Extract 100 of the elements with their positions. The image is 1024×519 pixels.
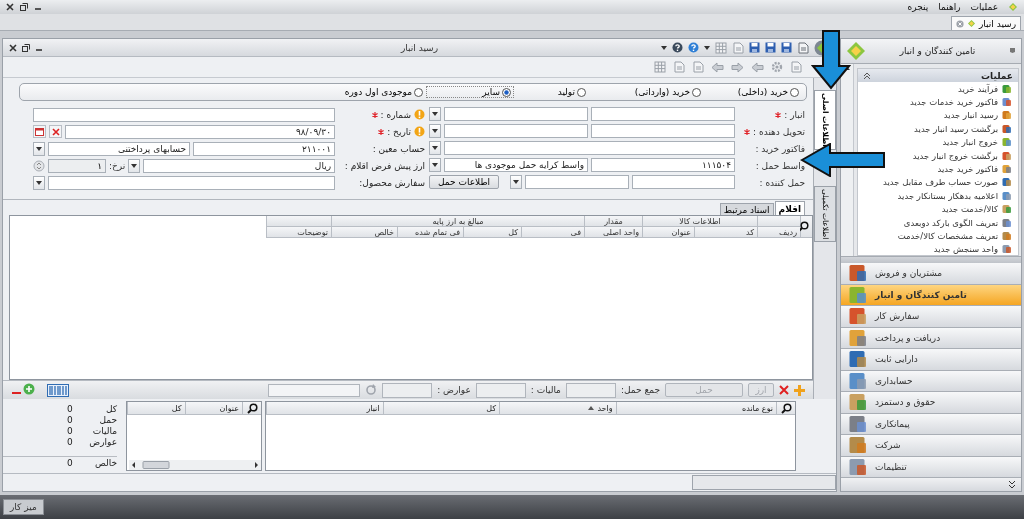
save-icon[interactable] [781, 42, 792, 53]
action-link[interactable]: اعلامیه بدهکار بستانکار جدید [897, 189, 1018, 203]
text-field[interactable] [591, 124, 735, 138]
section-header[interactable]: عملیات [858, 69, 1018, 82]
column-header[interactable]: واحد [499, 402, 616, 414]
close-icon[interactable] [6, 3, 14, 11]
dropdown-button[interactable] [429, 158, 441, 172]
arrow-icon[interactable] [751, 61, 764, 73]
module-button[interactable]: دریافت و پرداخت [841, 327, 1021, 349]
text-field[interactable]: ریال [143, 158, 335, 173]
taskbar-button[interactable]: میز کار [3, 499, 44, 515]
radio-option[interactable]: خرید (وارداتی) [589, 86, 704, 98]
action-link[interactable]: فاکتور خرید جدید [937, 162, 1018, 176]
gear-icon[interactable] [771, 61, 783, 73]
text-field[interactable] [444, 124, 588, 138]
amount-field[interactable] [475, 382, 526, 398]
refresh-icon[interactable] [365, 384, 378, 396]
module-button[interactable]: دارایی ثابت [841, 349, 1021, 371]
down-arrow-drawing [811, 30, 851, 90]
action-link[interactable]: تعریف الگوی بارکد دوبعدی [903, 215, 1018, 230]
text-field[interactable]: ۲۱۱۰۰۱ [193, 141, 335, 156]
text-field[interactable] [525, 175, 629, 189]
help-icon[interactable] [688, 42, 699, 53]
grid-icon[interactable] [715, 41, 727, 54]
new-document-icon[interactable] [797, 41, 809, 54]
rate-field[interactable]: ۱ [48, 158, 106, 173]
tab[interactable]: اقلام [774, 201, 805, 215]
column-header[interactable]: انبار [266, 402, 383, 414]
document-tab[interactable]: رسید انبار [951, 16, 1021, 30]
module-button[interactable]: مشتریان و فروش [841, 263, 1021, 285]
menu-item[interactable]: عملیات [970, 2, 998, 12]
module-button[interactable]: حقوق و دستمزد [841, 392, 1021, 414]
dropdown-button[interactable] [510, 175, 523, 189]
amount-field[interactable] [565, 382, 616, 398]
module-button[interactable]: حسابداری [841, 370, 1021, 392]
radio-option[interactable]: موجودی اول دوره [326, 86, 426, 98]
module-button[interactable]: تامین کنندگان و انبار [841, 284, 1021, 306]
arrow-icon[interactable] [711, 61, 724, 73]
close-icon[interactable] [9, 43, 17, 52]
text-field[interactable] [268, 383, 361, 397]
text-field[interactable]: ۹۸/۰۹/۳۰ [65, 124, 335, 139]
shipping-info-button[interactable]: اطلاعات حمل [429, 175, 500, 189]
pin-icon[interactable] [1009, 46, 1016, 56]
module-button[interactable]: شرکت [841, 435, 1021, 457]
dropdown-button[interactable] [429, 107, 441, 121]
dropdown-button[interactable] [128, 158, 141, 173]
chevron-icon[interactable] [1008, 479, 1016, 490]
action-link[interactable]: صورت حساب طرف مقابل جدید [883, 175, 1018, 190]
page-icon[interactable] [790, 61, 802, 73]
text-field[interactable] [33, 107, 335, 122]
text-field[interactable]: واسط کرایه حمل موجودی ها [444, 158, 588, 172]
search-icon[interactable] [247, 402, 258, 414]
radio-option[interactable]: سایر [426, 86, 514, 98]
action-link[interactable]: برگشت رسید انبار جدید [914, 122, 1018, 136]
module-button[interactable]: پیمانکاری [841, 413, 1021, 435]
column-header[interactable]: کل [382, 402, 500, 414]
text-field[interactable] [444, 141, 735, 155]
dropdown-button[interactable] [33, 175, 45, 190]
text-field[interactable] [591, 107, 735, 121]
search-icon[interactable] [798, 221, 809, 232]
column-header[interactable]: نوع مانده [615, 402, 776, 414]
restore-icon[interactable] [22, 43, 30, 52]
dropdown-button[interactable] [429, 141, 441, 155]
restore-icon[interactable] [20, 3, 28, 11]
text-field[interactable]: ۱۱۱۵۰۴ [591, 158, 735, 172]
page-icon[interactable] [673, 61, 685, 73]
search-icon[interactable] [781, 402, 792, 414]
add-remove-icon[interactable] [11, 383, 37, 397]
amount-field[interactable] [382, 382, 433, 398]
action-link[interactable]: رسید انبار جدید [943, 108, 1018, 123]
help-icon[interactable] [672, 42, 683, 53]
menu-item[interactable]: راهنما [938, 2, 961, 12]
dropdown-button[interactable] [33, 141, 45, 156]
text-field[interactable] [48, 175, 335, 190]
arrow-icon[interactable] [731, 61, 744, 73]
module-button[interactable]: تنظیمات [841, 456, 1021, 478]
text-field[interactable]: حسابهای پرداختنی [48, 141, 190, 156]
action-link[interactable]: تعریف مشخصات کالا/خدمت [897, 229, 1018, 243]
action-link[interactable]: برگشت خروج انبار جدید [912, 148, 1018, 163]
clipboard-icon[interactable] [692, 61, 704, 73]
radio-option[interactable]: خرید (داخلی) [704, 86, 802, 98]
radio-option[interactable]: تولید [514, 86, 589, 98]
text-field[interactable] [444, 107, 588, 121]
spinner-icon[interactable] [33, 159, 45, 172]
action-link[interactable]: واحد سنجش جدید [933, 242, 1018, 255]
action-link[interactable]: فرآیند خرید [958, 82, 1018, 96]
action-link[interactable]: خروج انبار جدید [942, 135, 1018, 149]
text-field[interactable] [631, 175, 735, 189]
calendar-button[interactable] [33, 125, 46, 138]
tab[interactable]: اسناد مرتبط [719, 203, 774, 215]
save-icon[interactable] [765, 42, 776, 53]
action-link[interactable]: کالا/خدمت جدید [941, 202, 1018, 216]
dropdown-button[interactable] [429, 124, 441, 138]
delete-icon[interactable] [779, 385, 789, 395]
module-button[interactable]: سفارش کار [841, 306, 1021, 328]
barcode-icon[interactable] [47, 383, 69, 397]
menu-item[interactable]: پنجره [907, 2, 929, 12]
action-link[interactable]: فاکتور خرید خدمات جدید [909, 95, 1018, 109]
save-icon[interactable] [749, 42, 760, 53]
grid-icon[interactable] [654, 61, 666, 73]
